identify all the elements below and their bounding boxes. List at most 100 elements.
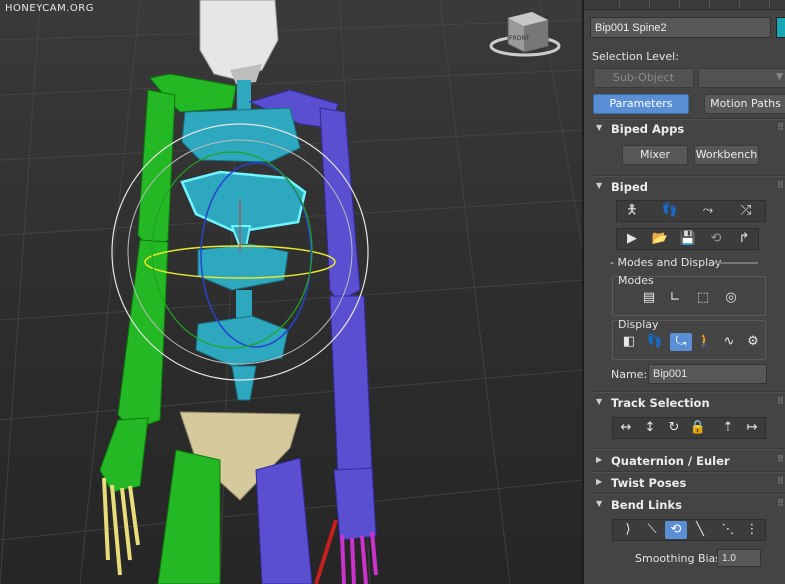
right-thumb [314,519,338,584]
biped-scene[interactable]: FRONT [0,0,582,584]
leg-states-icon[interactable]: 🚶 [694,333,716,351]
rollout-title: Twist Poses [611,476,687,490]
command-panel-tabs[interactable] [584,0,785,10]
expand-arrow-icon: ▶ [596,455,603,464]
drag-grip-icon[interactable]: ⠿ [777,181,784,191]
figure-mode-icon[interactable]: 🯅 [621,202,643,220]
scale-stride-icon[interactable]: ⬚ [692,289,714,307]
load-file-icon[interactable]: 📂 [649,230,671,248]
object-name-field[interactable] [590,17,771,38]
modes-label: Modes [618,274,654,287]
hierarchy-tab[interactable] [654,0,680,8]
lock-cob-icon[interactable]: 🔒 [687,419,709,437]
collapse-arrow-icon: ▼ [596,499,603,508]
neck [237,80,251,110]
drag-grip-icon[interactable]: ⠿ [777,123,784,133]
name-label: Name: [611,368,648,381]
twist-links-icon[interactable]: ⤿ [670,333,692,351]
drag-grip-icon[interactable]: ⠿ [777,397,784,407]
buffer-mode-icon[interactable]: ▤ [638,289,660,307]
parameters-button[interactable]: Parameters [593,94,689,114]
drag-grip-icon[interactable]: ⠿ [777,499,784,509]
opposite-icon[interactable]: ↕ [639,419,661,437]
viewcube-face-label: FRONT [509,35,530,42]
biped-name-field[interactable] [648,364,767,384]
right-hand [333,467,377,541]
rollout-quaternion-euler[interactable]: ▶ Quaternion / Euler ⠿ [592,452,785,472]
in-place-mode-icon[interactable]: ◎ [720,289,742,307]
create-tab[interactable] [594,0,620,8]
object-color-swatch[interactable] [776,17,785,38]
display-tab[interactable] [714,0,740,8]
zero-twist-icon[interactable]: ⋱ [717,521,739,539]
workbench-button[interactable]: Workbench [694,145,759,165]
modify-tab[interactable] [624,0,650,8]
mixer-button[interactable]: Mixer [622,145,688,165]
bend-links-mode-icon[interactable]: ⟩ [617,521,639,539]
move-all-mode-icon[interactable]: ↱ [733,230,755,248]
rollout-title: Biped [611,180,648,194]
select-child-icon[interactable]: ↦ [741,419,763,437]
rollout-twist-poses[interactable]: ▶ Twist Poses ⠿ [592,474,785,494]
body-rotation-icon[interactable]: ↻ [663,419,685,437]
left-upperarm [137,89,176,251]
display-toolbar: ◧ 👣 ⤿ 🚶 ∿ ⚙ [616,332,764,354]
show-footsteps-icon[interactable]: 👣 [644,333,666,351]
collapse-arrow-icon: ▼ [596,123,603,132]
bend-links-toolbar: ⟩ ⟍ ⟲ ╲ ⋱ ⋮ [612,519,766,541]
modes-toolbar: ▤ ∟ ⬚ ◎ [634,288,746,310]
mixer-mode-icon[interactable]: ⤮ [735,202,757,220]
rollout-bend-links[interactable]: ▼ Bend Links ⠿ [592,496,785,516]
sub-object-dropdown[interactable]: ▼ [698,68,785,88]
right-upperarm [319,107,361,303]
objects-display-icon[interactable]: ◧ [618,333,640,351]
utilities-tab[interactable] [744,0,770,8]
rollout-title: Track Selection [611,396,710,410]
rollout-biped-apps[interactable]: ▼ Biped Apps ⠿ [592,120,785,140]
display-label: Display [618,318,659,331]
motion-tab[interactable] [684,0,710,8]
smoothing-bias-spinner[interactable] [717,549,761,567]
track-selection-toolbar: ↔ ↕ ↻ 🔒 ⇡ ↦ [612,417,766,439]
rollout-track-selection[interactable]: ▼ Track Selection ⠿ [592,394,785,414]
twist-links-mode-icon[interactable]: ⟍ [641,521,663,539]
footstep-mode-icon[interactable]: 👣 [659,202,681,220]
sub-object-button[interactable]: Sub-Object [593,68,694,88]
twist-individual-mode-icon[interactable]: ⟲ [665,521,687,539]
trajectories-icon[interactable]: ∿ [718,333,740,351]
selection-level-label: Selection Level: [592,50,679,63]
right-thigh [255,457,313,584]
spine3 [181,107,301,163]
biped-toolbar-2: ▶ 📂 💾 ⟲ ↱ [616,228,759,250]
drag-grip-icon[interactable]: ⠿ [777,477,784,487]
select-parent-icon[interactable]: ⇡ [717,419,739,437]
spine-link [236,290,252,320]
perspective-viewport[interactable]: FRONT HONEYCAM.ORG [0,0,582,584]
biped-playback-icon[interactable]: ▶ [621,230,643,248]
rubber-band-mode-icon[interactable]: ∟ [664,289,686,307]
drag-grip-icon[interactable]: ⠿ [777,455,784,465]
motion-paths-button[interactable]: Motion Paths [704,94,785,114]
rollout-title: Biped Apps [611,122,685,136]
spine1 [197,243,289,291]
collapse-arrow-icon: ▼ [596,397,603,406]
right-fingers [340,531,378,584]
divider [592,448,785,450]
preferences-icon[interactable]: ⚙ [742,333,764,351]
rollout-biped[interactable]: ▼ Biped ⠿ [592,178,785,198]
smoothing-mode-icon[interactable]: ╲ [689,521,711,539]
divider [592,493,785,495]
rollout-title: Quaternion / Euler [611,454,730,468]
rollout-title: Bend Links [611,498,682,512]
set-parent-icon[interactable]: ⋮ [741,521,763,539]
motion-flow-icon[interactable]: ⤳ [697,202,719,220]
left-hand [99,417,149,493]
expand-arrow-icon: ▶ [596,477,603,486]
convert-icon[interactable]: ⟲ [705,230,727,248]
biped-toolbar-1: 🯅 👣 ⤳ ⤮ [616,200,766,222]
save-file-icon[interactable]: 💾 [677,230,699,248]
collapse-arrow-icon: ▼ [596,181,603,190]
divider [592,391,785,393]
modes-and-display-label[interactable]: - Modes and Display [610,256,721,269]
symmetrical-icon[interactable]: ↔ [615,419,637,437]
